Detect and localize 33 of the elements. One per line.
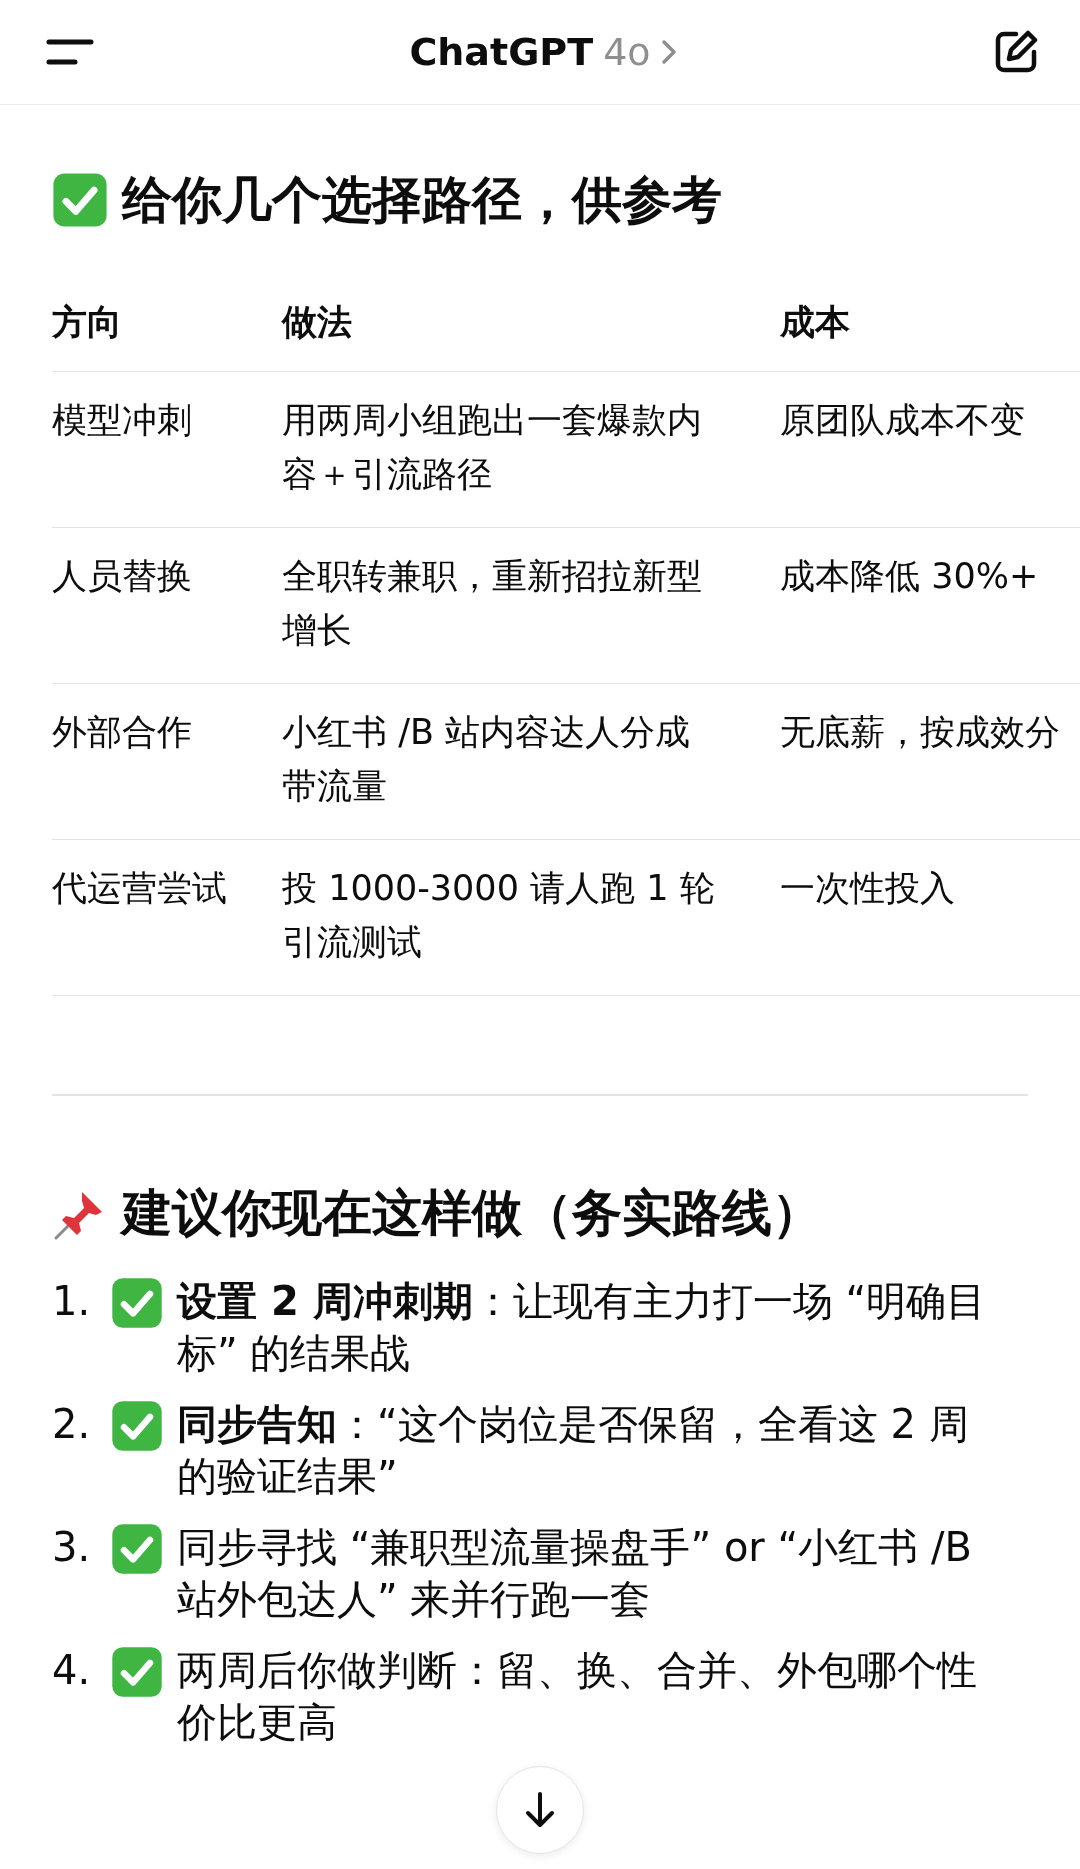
list-item-text: 同步告知：“这个岗位是否保留，全看这 2 周的验证结果” bbox=[177, 1400, 970, 1501]
table-cell: 一次性投入 bbox=[780, 868, 955, 908]
list-number: 3. bbox=[52, 1523, 92, 1572]
column-header: 方向 bbox=[52, 302, 122, 342]
check-icon bbox=[111, 1646, 163, 1698]
list-number: 2. bbox=[52, 1400, 92, 1449]
table-cell: 人员替换 bbox=[52, 556, 192, 596]
check-icon bbox=[111, 1277, 163, 1329]
table-cell: 外部合作 bbox=[52, 712, 192, 752]
table-cell-text: 投 1000-3000 请人跑 1 轮引流测试 bbox=[282, 867, 716, 964]
chevron-icon[interactable] bbox=[660, 39, 677, 65]
list-number: 1. bbox=[52, 1277, 92, 1326]
table-cell-text: 用两周小组跑出一套爆款内容＋引流路径 bbox=[282, 399, 703, 496]
check-icon bbox=[111, 1523, 163, 1575]
table-cell: 代运营尝试 bbox=[52, 868, 227, 908]
table-cell: 无底薪，按成效分 bbox=[780, 712, 1060, 752]
section-heading: 给你几个选择路径，供参考 bbox=[122, 169, 722, 231]
list-number: 4. bbox=[52, 1646, 92, 1695]
check-icon bbox=[52, 172, 108, 228]
app-title: ChatGPT bbox=[409, 30, 594, 74]
menu-icon[interactable] bbox=[46, 37, 94, 67]
table-cell-text: 全职转兼职，重新招拉新型增长 bbox=[282, 555, 703, 652]
list-item-text: 设置 2 周冲刺期：让现有主力打一场 “明确目标” 的结果战 bbox=[177, 1277, 988, 1378]
column-header: 成本 bbox=[780, 302, 850, 342]
table-cell: 模型冲刺 bbox=[52, 400, 192, 440]
table-cell: 成本降低 30%+ bbox=[780, 556, 1039, 596]
check-icon bbox=[111, 1400, 163, 1452]
model-name[interactable]: 4o bbox=[603, 30, 651, 74]
table-cell-text: 小红书 /B 站内容达人分成带流量 bbox=[282, 711, 692, 808]
list-item-text: 同步寻找 “兼职型流量操盘手” or “小红书 /B 站外包达人” 来并行跑一套 bbox=[177, 1523, 973, 1624]
list-item-text: 两周后你做判断：留、换、合并、外包哪个性价比更高 bbox=[177, 1646, 978, 1747]
table-cell: 原团队成本不变 bbox=[780, 400, 1025, 440]
column-header: 做法 bbox=[282, 301, 353, 344]
